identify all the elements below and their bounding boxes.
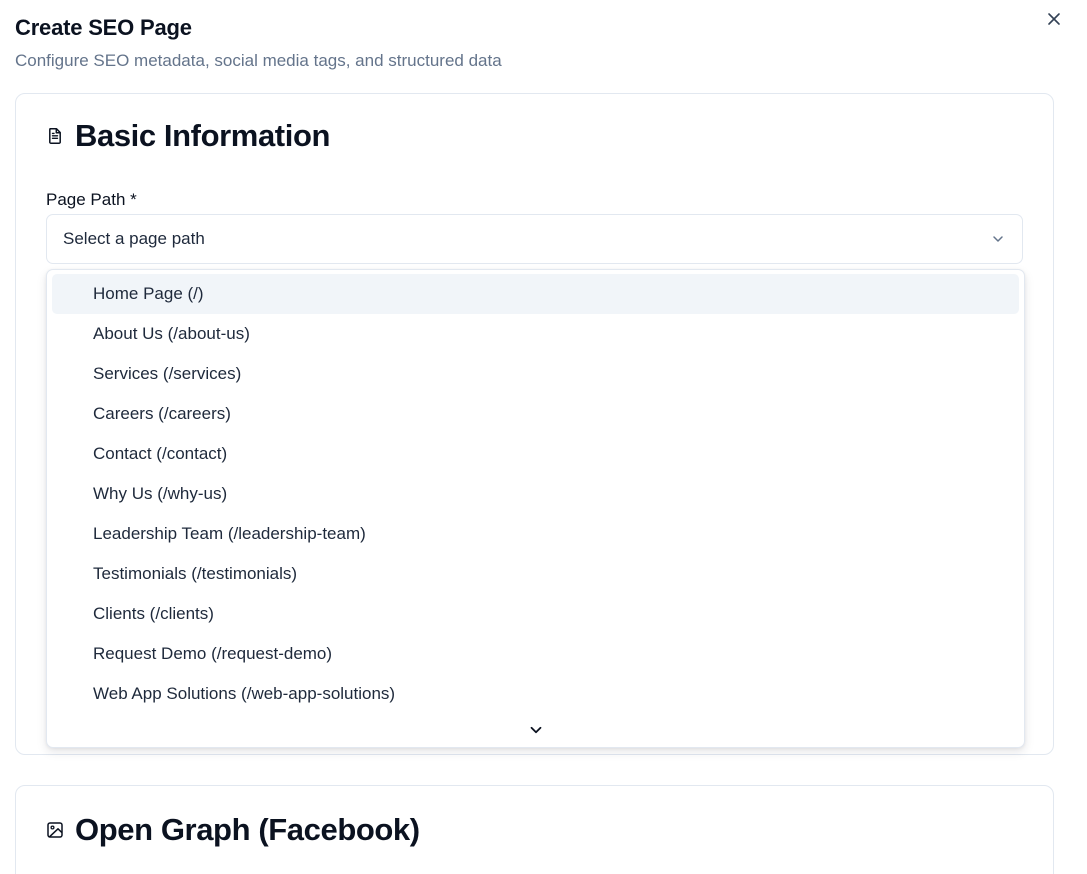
chevron-down-icon	[530, 726, 541, 734]
open-graph-title: Open Graph (Facebook)	[75, 812, 420, 847]
basic-information-header: Basic Information	[46, 118, 330, 154]
page-path-select[interactable]: Select a page path	[46, 214, 1023, 264]
page-path-option[interactable]: Web App Solutions (/web-app-solutions)	[52, 674, 1019, 714]
page-path-option[interactable]: Services (/services)	[52, 354, 1019, 394]
basic-information-title: Basic Information	[75, 118, 331, 153]
chevron-down-icon	[990, 231, 1006, 247]
page-path-option[interactable]: Clients (/clients)	[52, 594, 1019, 634]
close-button[interactable]	[1042, 8, 1066, 30]
page-path-placeholder: Select a page path	[63, 229, 205, 248]
page-path-option[interactable]: Why Us (/why-us)	[52, 474, 1019, 514]
close-icon	[1048, 13, 1060, 25]
open-graph-card: Open Graph (Facebook)	[15, 785, 1054, 874]
open-graph-header: Open Graph (Facebook)	[46, 812, 420, 848]
page-path-label: Page Path *	[46, 190, 137, 209]
page-path-option[interactable]: About Us (/about-us)	[52, 314, 1019, 354]
dialog-subtitle: Configure SEO metadata, social media tag…	[15, 51, 502, 70]
page-path-option[interactable]: Contact (/contact)	[52, 434, 1019, 474]
page-path-option[interactable]: Testimonials (/testimonials)	[52, 554, 1019, 594]
file-text-icon	[46, 127, 64, 145]
page-path-option[interactable]: Careers (/careers)	[52, 394, 1019, 434]
dropdown-scroll-down-button[interactable]	[47, 717, 1024, 743]
page-path-option[interactable]: Leadership Team (/leadership-team)	[52, 514, 1019, 554]
page-path-option[interactable]: Request Demo (/request-demo)	[52, 634, 1019, 674]
page-path-dropdown: Home Page (/) About Us (/about-us) Service…	[46, 269, 1025, 748]
create-seo-page-dialog: Create SEO Page Configure SEO metadata, …	[0, 0, 1087, 874]
page-path-options-list: Home Page (/) About Us (/about-us) Service…	[52, 274, 1019, 714]
page-path-option[interactable]: Home Page (/)	[52, 274, 1019, 314]
image-icon	[46, 821, 64, 839]
dialog-title: Create SEO Page	[15, 15, 192, 40]
